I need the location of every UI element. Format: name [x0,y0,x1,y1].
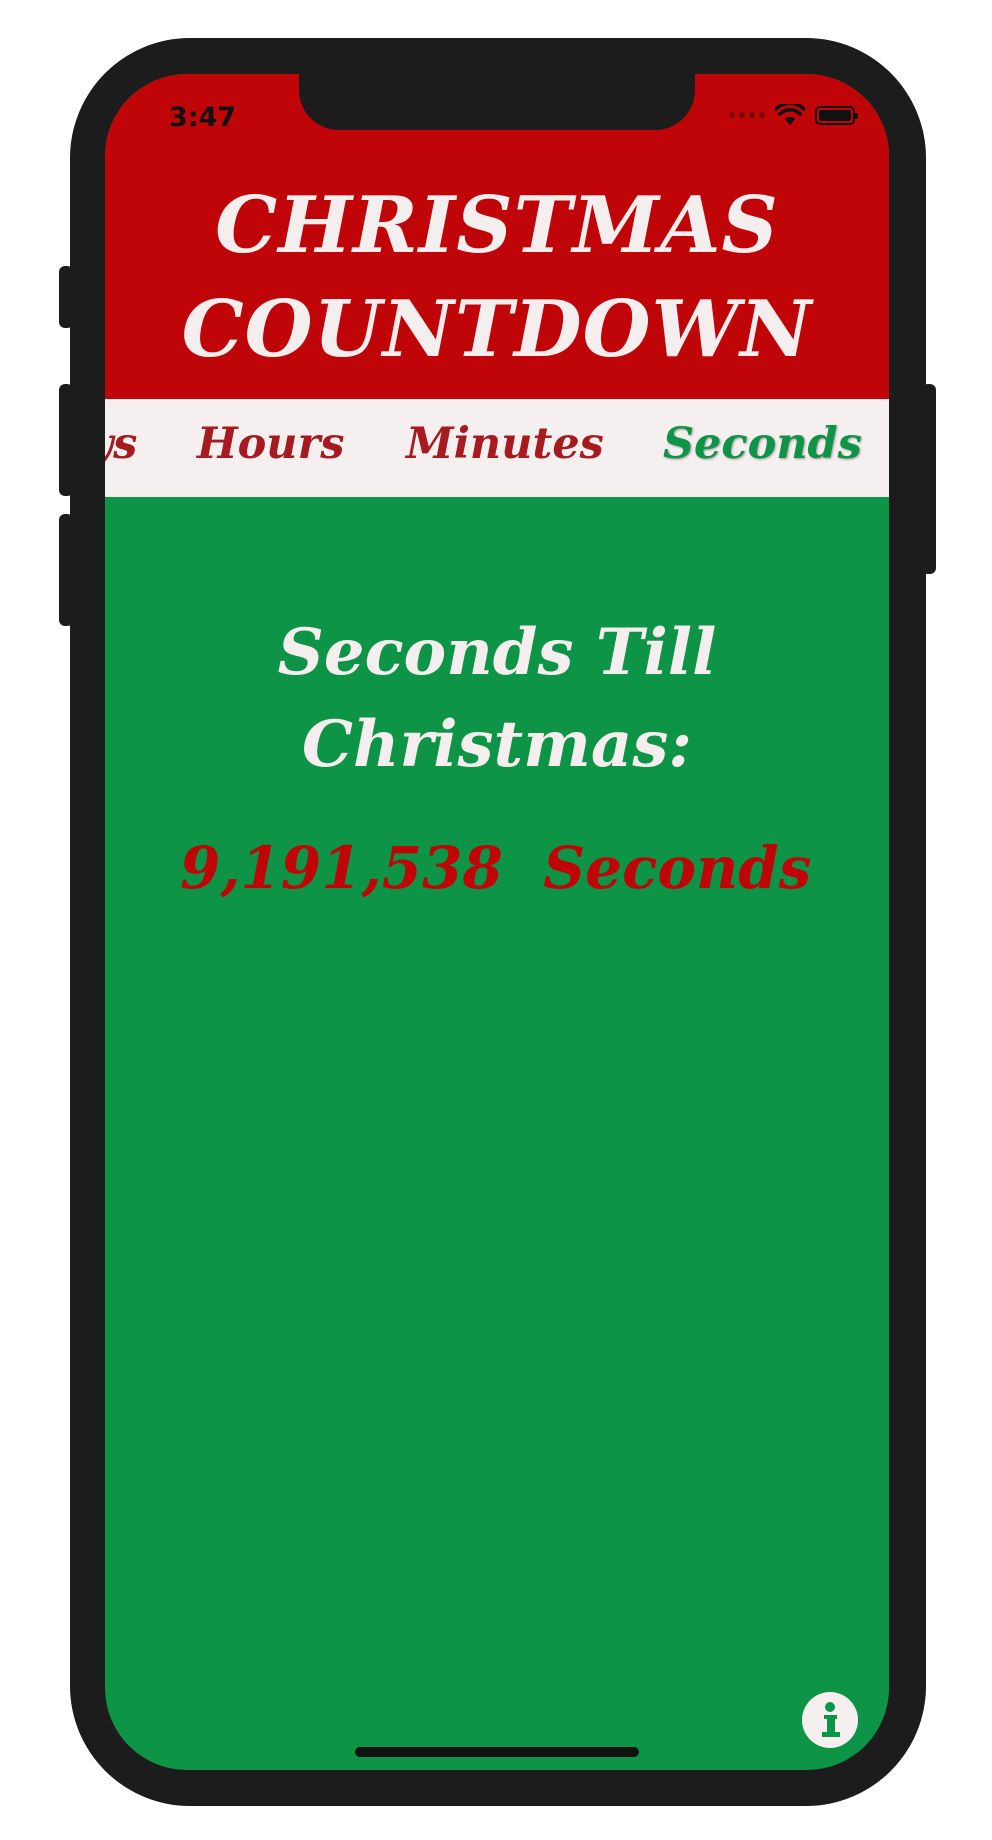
home-indicator[interactable] [355,1747,639,1757]
notch [299,74,695,130]
tab-hours[interactable]: Hours [197,419,344,469]
volume-down-button [59,514,73,626]
unit-tab-bar: Days Hours Minutes Seconds [105,399,889,497]
app-screen: 3:47 CHRISTMAS COUNTDOWN Days Hours Minu… [105,74,889,1770]
countdown-number: 9,191,538 [180,834,503,902]
app-title-line2: COUNTDOWN [181,284,813,375]
info-icon [822,1702,840,1737]
cellular-signal-icon [729,112,765,118]
tab-minutes[interactable]: Minutes [406,419,604,469]
power-button [922,384,936,574]
countdown-value: 9,191,538 Seconds [180,834,820,902]
status-icons [729,104,858,126]
countdown-title-line2: Christmas: [302,707,692,782]
status-time: 3:47 [169,102,237,133]
tab-days[interactable]: Days [105,419,137,469]
countdown-title: Seconds Till Christmas: [105,607,889,791]
mute-switch [59,266,73,328]
volume-up-button [59,384,73,496]
app-title: CHRISTMAS COUNTDOWN [105,174,889,382]
countdown-unit: Seconds [543,834,812,902]
battery-icon [815,105,858,125]
tab-seconds[interactable]: Seconds [663,419,862,469]
app-title-line1: CHRISTMAS [215,180,779,271]
wifi-icon [775,104,805,125]
countdown-title-line1: Seconds Till [277,615,717,690]
info-button[interactable] [802,1692,858,1748]
